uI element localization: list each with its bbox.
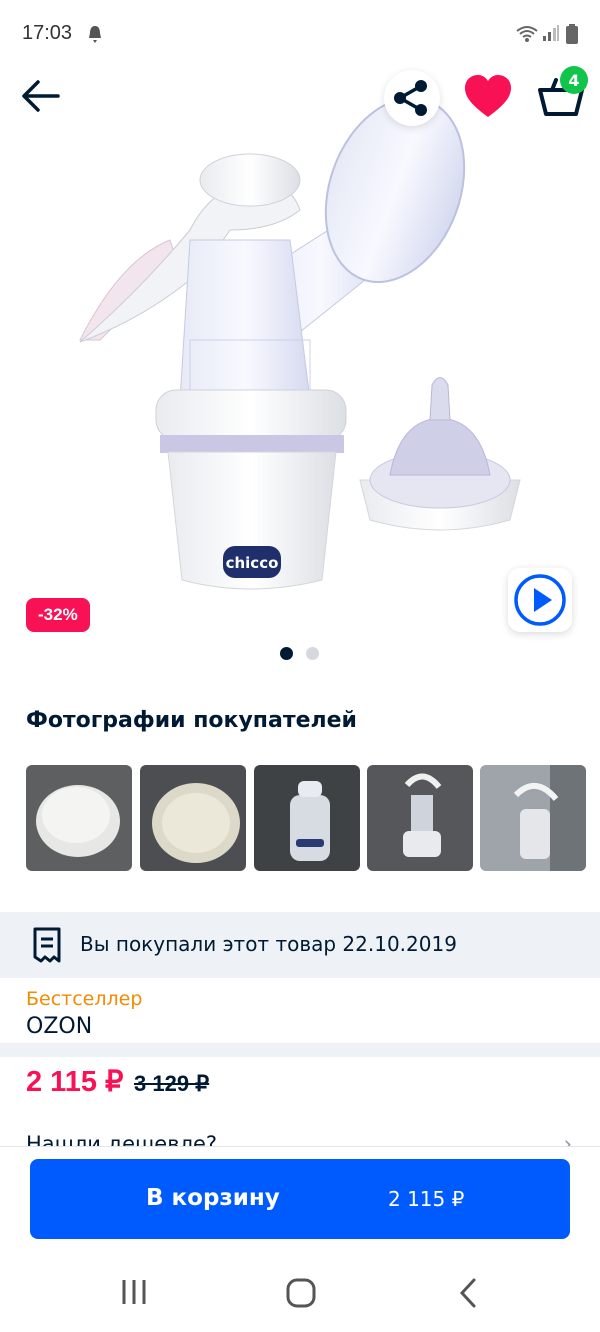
found-cheaper-link[interactable]: Нашли дешевле? › [26, 1128, 586, 1148]
photo-bottle [254, 765, 360, 871]
product-image[interactable]: chicco [60, 80, 540, 600]
add-to-cart-price: 2 115 ₽ [388, 1187, 465, 1211]
share-icon [394, 80, 427, 116]
customer-photo[interactable] [480, 765, 586, 871]
back-arrow-icon[interactable] [18, 74, 62, 118]
photo-pump-window [480, 765, 586, 871]
signal-icon [543, 25, 559, 41]
share-button[interactable] [384, 70, 440, 126]
purchase-history-text: Вы покупали этот товар 22.10.2019 [80, 932, 457, 956]
seller-name[interactable]: OZON [26, 1014, 92, 1039]
current-price: 2 115 ₽ [26, 1066, 124, 1098]
home-icon[interactable] [284, 1276, 318, 1310]
recent-apps-icon[interactable] [118, 1278, 150, 1306]
brand-logo: chicco [226, 554, 279, 572]
carousel-dot-active[interactable] [280, 647, 293, 660]
customer-photo[interactable] [367, 765, 473, 871]
customer-photo[interactable] [140, 765, 246, 871]
notification-icon [89, 26, 101, 43]
battery-icon [566, 24, 578, 44]
favorite-heart-icon[interactable] [460, 70, 516, 126]
purchase-history-banner: Вы покупали этот товар 22.10.2019 [0, 912, 600, 978]
status-bar: 17:03 [0, 0, 600, 70]
cart-count-badge: 4 [560, 66, 588, 94]
video-button[interactable] [508, 568, 572, 632]
add-to-cart-button[interactable]: В корзину 2 115 ₽ [30, 1159, 570, 1239]
receipt-icon [33, 927, 61, 963]
photo-lid-top [26, 765, 132, 871]
section-divider [0, 1043, 600, 1057]
bestseller-label: Бестселлер [26, 988, 143, 1010]
add-to-cart-label: В корзину [146, 1185, 280, 1211]
discount-badge: -32% [26, 598, 90, 632]
photo-pump [367, 765, 473, 871]
status-time: 17:03 [22, 22, 73, 44]
customer-photo[interactable] [26, 765, 132, 871]
photo-lid-inside [140, 765, 246, 871]
carousel-dot[interactable] [306, 647, 319, 660]
customer-photo[interactable] [254, 765, 360, 871]
system-navigation-bar [0, 1252, 600, 1332]
customer-photos-title: Фотографии покупателей [26, 708, 357, 733]
play-icon [514, 574, 566, 626]
wifi-icon [516, 26, 538, 42]
back-icon[interactable] [456, 1276, 482, 1310]
old-price: 3 129 ₽ [134, 1071, 210, 1096]
